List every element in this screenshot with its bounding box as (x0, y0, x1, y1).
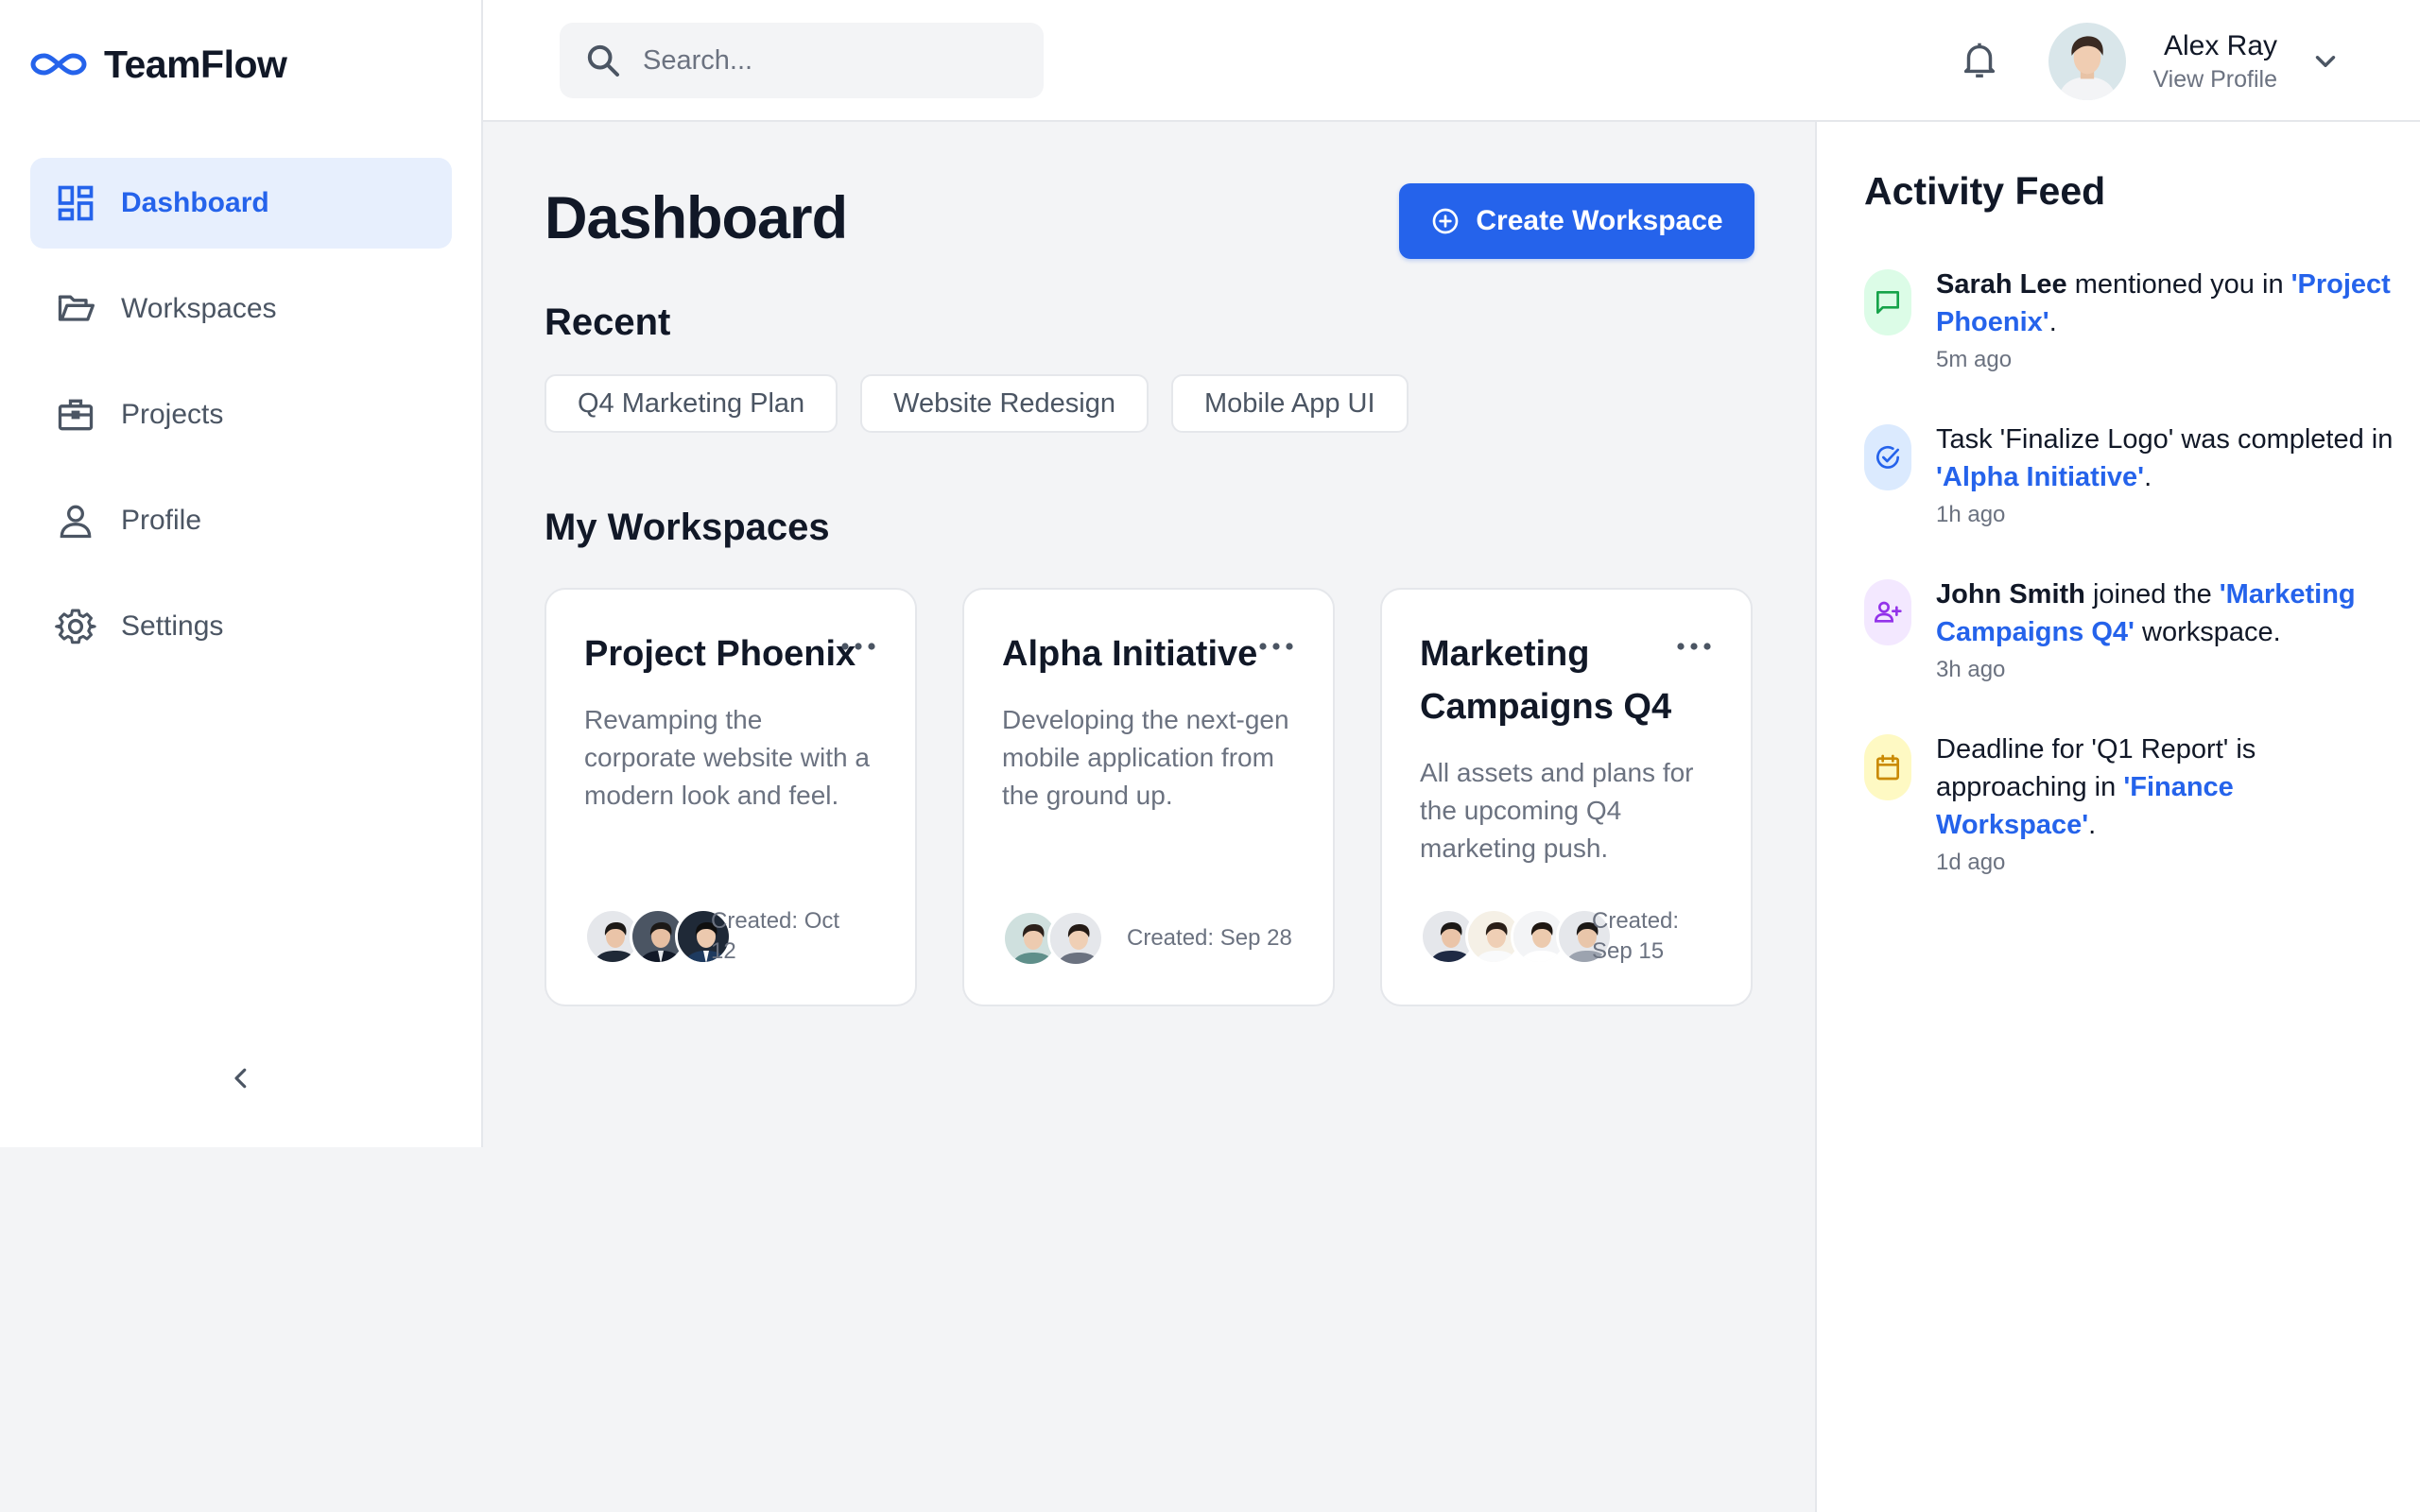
activity-suffix: workspace. (2134, 617, 2281, 647)
main-content: Dashboard Create Workspace Recent Q4 Mar… (483, 122, 1815, 1512)
activity-suffix: . (2144, 462, 2152, 492)
workspace-footer: Created: Oct 12 (584, 906, 881, 967)
created-date: Created: Oct 12 (711, 908, 840, 964)
activity-time: 1h ago (1936, 502, 2006, 527)
activity-text: Deadline for 'Q1 Report' is approaching … (1936, 730, 2394, 844)
create-workspace-button[interactable]: Create Workspace (1399, 183, 1754, 259)
sidebar-item-label: Settings (121, 610, 224, 642)
activity-time: 5m ago (1936, 347, 2013, 372)
sidebar-item-settings[interactable]: Settings (30, 581, 452, 672)
recent-chip[interactable]: Website Redesign (860, 374, 1149, 433)
gear-icon (55, 606, 96, 647)
activity-message: joined the (2084, 579, 2220, 610)
activity-feed-title: Activity Feed (1864, 169, 2106, 213)
more-options-icon[interactable] (1675, 637, 1713, 656)
sidebar-item-label: Profile (121, 505, 202, 536)
activity-item: Deadline for 'Q1 Report' is approaching … (1864, 730, 2394, 876)
activity-message: mentioned you in (2066, 269, 2291, 300)
member-avatars (1420, 908, 1613, 965)
recent-list: Q4 Marketing Plan Website Redesign Mobil… (544, 374, 1409, 433)
workspace-cards: Project Phoenix Revamping the corporate … (544, 588, 1753, 1006)
folder-icon (55, 288, 96, 330)
sidebar-nav: Dashboard Workspaces Projects Profile Se… (30, 158, 452, 687)
avatar (2048, 23, 2126, 100)
activity-suffix: . (2088, 810, 2097, 840)
workspace-link[interactable]: 'Alpha Initiative' (1936, 462, 2144, 492)
workspace-card[interactable]: Project Phoenix Revamping the corporate … (544, 588, 917, 1006)
activity-item: John Smith joined the 'Marketing Campaig… (1864, 576, 2394, 683)
sidebar-item-profile[interactable]: Profile (30, 475, 452, 566)
activity-text: John Smith joined the 'Marketing Campaig… (1936, 576, 2394, 651)
activity-actor: John Smith (1936, 579, 2085, 610)
activity-message: Task 'Finalize Logo' was completed in (1936, 424, 2394, 455)
sidebar-item-workspaces[interactable]: Workspaces (30, 264, 452, 354)
user-icon (55, 500, 96, 541)
user-menu[interactable]: Alex Ray View Profile (2048, 23, 2342, 100)
created-date: Created: Sep 15 (1592, 908, 1680, 964)
activity-feed: Activity Feed Sarah Lee mentioned you in… (1815, 122, 2420, 1512)
view-profile-link[interactable]: View Profile (2149, 64, 2277, 94)
more-options-icon[interactable] (839, 637, 877, 656)
user-name: Alex Ray (2163, 30, 2277, 61)
workspace-card[interactable]: Marketing Campaigns Q4 All assets and pl… (1380, 588, 1753, 1006)
sidebar-item-projects[interactable]: Projects (30, 369, 452, 460)
my-workspaces-heading: My Workspaces (544, 507, 830, 548)
workspace-footer: Created: Sep 28 (1002, 910, 1299, 967)
user-plus-icon (1864, 579, 1911, 645)
workspace-title: Project Phoenix (584, 634, 856, 674)
bell-icon[interactable] (1958, 38, 2001, 81)
sidebar-item-label: Projects (121, 399, 224, 430)
calendar-icon (1864, 734, 1911, 800)
plus-circle-icon (1433, 208, 1459, 234)
activity-actor: Sarah Lee (1936, 269, 2067, 300)
workspace-card[interactable]: Alpha Initiative Developing the next-gen… (962, 588, 1335, 1006)
sidebar-item-dashboard[interactable]: Dashboard (30, 158, 452, 249)
activity-time: 3h ago (1936, 657, 2006, 682)
create-workspace-label: Create Workspace (1476, 205, 1723, 236)
briefcase-icon (55, 394, 96, 436)
check-circle-icon (1864, 424, 1911, 490)
activity-item: Sarah Lee mentioned you in 'Project Phoe… (1864, 266, 2394, 373)
workspace-description: All assets and plans for the upcoming Q4… (1420, 758, 1694, 863)
member-avatars (584, 908, 732, 965)
chevron-left-icon (234, 1068, 247, 1089)
search-icon (587, 44, 619, 77)
collapse-sidebar-button[interactable] (219, 1057, 263, 1100)
activity-text: Task 'Finalize Logo' was completed in 'A… (1936, 421, 2394, 496)
avatar (1047, 910, 1104, 967)
app-name: TeamFlow (104, 42, 287, 86)
activity-item: Task 'Finalize Logo' was completed in 'A… (1864, 421, 2394, 528)
dashboard-icon (55, 182, 96, 224)
created-date: Created: Sep 28 (1127, 925, 1292, 951)
more-options-icon[interactable] (1257, 637, 1295, 656)
recent-chip[interactable]: Q4 Marketing Plan (544, 374, 838, 433)
recent-chip[interactable]: Mobile App UI (1171, 374, 1409, 433)
workspace-description: Developing the next-gen mobile applicati… (1002, 705, 1289, 810)
top-header: Alex Ray View Profile (483, 0, 2420, 122)
chevron-down-icon[interactable] (2309, 45, 2342, 77)
activity-text: Sarah Lee mentioned you in 'Project Phoe… (1936, 266, 2394, 341)
activity-list: Sarah Lee mentioned you in 'Project Phoe… (1864, 266, 2394, 923)
activity-time: 1d ago (1936, 850, 2006, 875)
sidebar-item-label: Workspaces (121, 293, 277, 324)
workspace-footer: Created: Sep 15 (1420, 906, 1717, 967)
infinity-logo-icon (30, 53, 87, 76)
user-info: Alex Ray View Profile (2149, 28, 2277, 94)
sidebar: TeamFlow Dashboard Workspaces Projects P… (0, 0, 483, 1147)
page-title: Dashboard (544, 185, 848, 251)
message-icon (1864, 269, 1911, 335)
activity-suffix: . (2048, 307, 2057, 337)
brand[interactable]: TeamFlow (30, 38, 287, 91)
workspace-title: Alpha Initiative (1002, 634, 1258, 674)
workspace-title: Marketing Campaigns Q4 (1420, 634, 1672, 727)
member-avatars (1002, 910, 1104, 967)
sidebar-item-label: Dashboard (121, 187, 269, 218)
search-input[interactable] (643, 23, 1021, 98)
workspace-description: Revamping the corporate website with a m… (584, 705, 870, 810)
recent-heading: Recent (544, 301, 671, 343)
search-box[interactable] (560, 23, 1044, 98)
